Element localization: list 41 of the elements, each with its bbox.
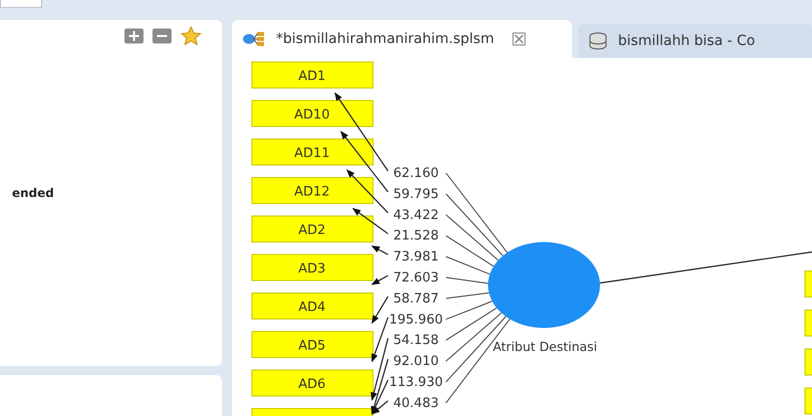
loading-label: 73.981 [393,250,439,265]
loading-label: 58.787 [393,291,439,306]
collapse-icon[interactable] [152,28,172,44]
loading-label: 62.160 [393,166,439,181]
tree-item-text: ended [12,186,54,200]
editor-tab[interactable]: bismillahh bisa - Co [578,24,812,58]
loading-label: 21.528 [393,228,439,244]
star-icon[interactable] [180,26,202,46]
expand-icon[interactable] [124,28,144,44]
indicator-node: AD6 [252,370,374,396]
loading-label: 92.010 [393,354,439,370]
loading-arrow [340,130,388,192]
indicator-node [804,388,812,414]
model-icon [242,31,266,47]
loading-label: 54.158 [393,333,439,348]
indicator-node [804,348,812,376]
editor-tab[interactable]: *bismillahirahmanirahim.splsm [232,20,572,58]
indicator-node: AD12 [252,177,374,204]
indicator-node: AD11 [252,138,374,166]
loading-label: 43.422 [393,208,439,223]
indicator-node: AD5 [252,331,374,358]
loading-label: 40.483 [393,396,439,411]
indicator-node [804,270,812,298]
loading-label: 113.930 [389,375,443,390]
indicator-node: AD4 [252,292,374,320]
loading-arrow [371,274,388,286]
loading-label: 59.795 [393,186,439,202]
leader-line [446,292,490,299]
loading-arrow [371,245,388,256]
loading-label: 195.960 [389,312,443,328]
loading-label: 72.603 [393,270,439,286]
indicator-node: AD3 [252,254,374,281]
indicator-node: AD10 [252,100,374,127]
construct-label: Atribut Destinasi [492,339,598,354]
text-field[interactable] [0,0,42,8]
database-icon [588,32,608,50]
leader-line [446,277,489,284]
indicator-node: AD1 [252,62,374,88]
indicator-node: AD2 [252,216,374,242]
indicator-node [804,310,812,336]
close-icon[interactable] [512,32,526,46]
